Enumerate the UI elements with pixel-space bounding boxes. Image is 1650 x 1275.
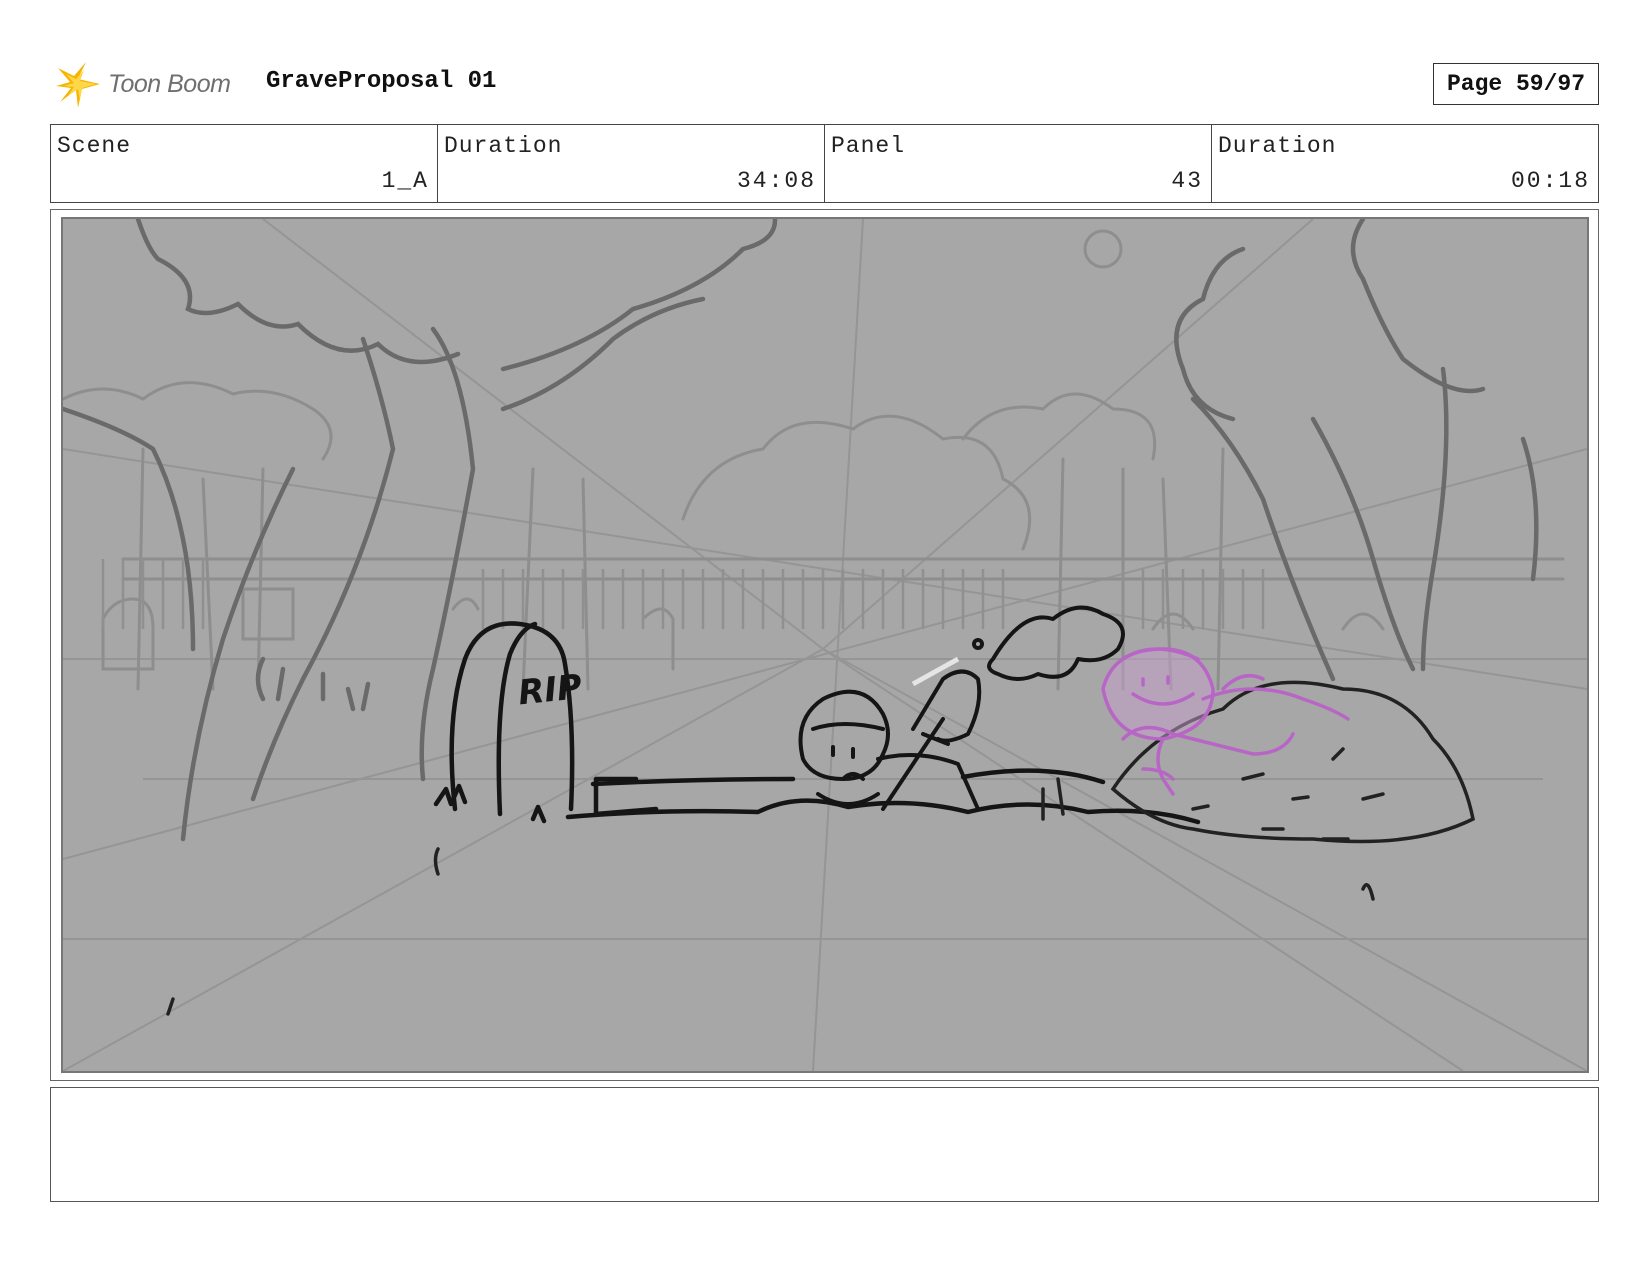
scene-duration-value: 34:08 [736, 168, 816, 194]
panel-cell: Panel 43 [825, 125, 1212, 202]
scene-duration-label: Duration [444, 133, 563, 159]
panel-duration-cell: Duration 00:18 [1212, 125, 1598, 202]
panel-duration-label: Duration [1218, 133, 1337, 159]
logo-text: Toon Boom [108, 69, 231, 98]
scene-cell: Scene 1_A [51, 125, 438, 202]
project-title: GraveProposal 01 [266, 68, 497, 95]
panel-notes-box[interactable] [50, 1087, 1599, 1202]
page-indicator: Page 59/97 [1433, 63, 1599, 105]
panel-duration-value: 00:18 [1510, 168, 1590, 194]
storyboard-panel-frame: RIP [50, 209, 1599, 1081]
panel-info-table: Scene 1_A Duration 34:08 Panel 43 Durati… [50, 124, 1599, 203]
panel-value: 43 [1171, 168, 1203, 194]
graveyard-sketch: RIP [63, 219, 1587, 1071]
starburst-icon [56, 62, 100, 108]
toon-boom-logo: Toon Boom [54, 58, 231, 110]
scene-duration-cell: Duration 34:08 [438, 125, 825, 202]
scene-value: 1_A [381, 168, 429, 194]
panel-label: Panel [831, 133, 906, 159]
storyboard-sketch: RIP [61, 217, 1589, 1073]
tombstone-rip: RIP [516, 667, 584, 713]
scene-label: Scene [57, 133, 132, 159]
